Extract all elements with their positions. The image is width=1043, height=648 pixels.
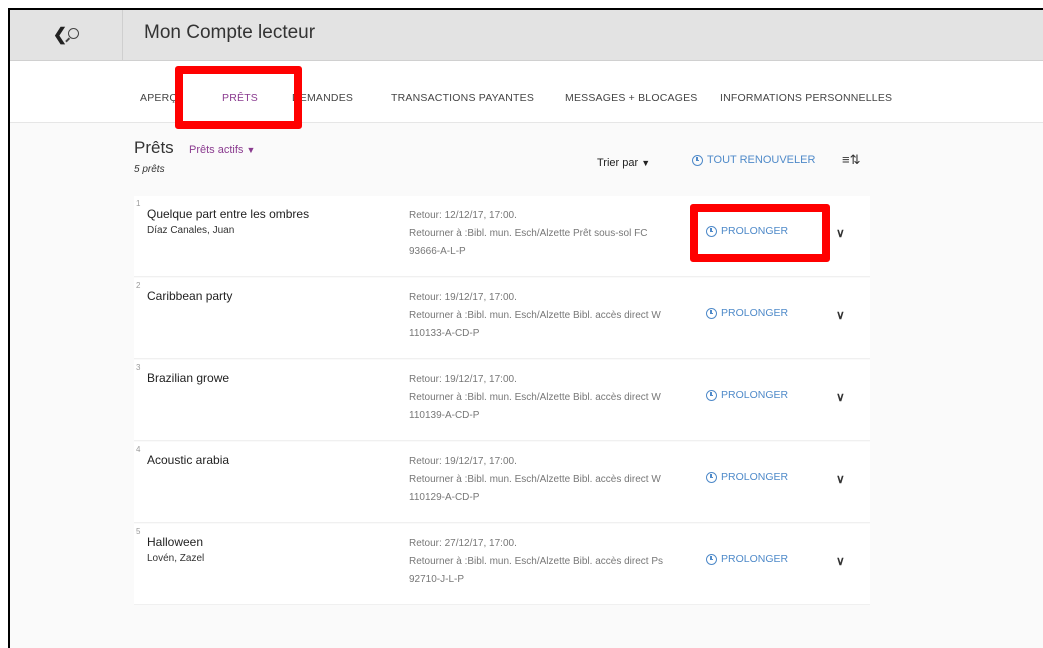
search-icon xyxy=(68,27,80,39)
tab-bar: APERÇU PRÊTS DEMANDES TRANSACTIONS PAYAN… xyxy=(10,86,1043,123)
highlight-box-extend xyxy=(690,204,830,262)
item-info: Retour: 19/12/17, 17:00. Retourner à :Bi… xyxy=(409,371,679,425)
item-info: Retour: 27/12/17, 17:00. Retourner à :Bi… xyxy=(409,535,679,589)
item-info: Retour: 12/12/17, 17:00. Retourner à :Bi… xyxy=(409,207,679,261)
extend-label: PROLONGER xyxy=(721,553,789,565)
clock-renew-icon xyxy=(706,389,717,401)
extend-button[interactable]: PROLONGER xyxy=(706,389,788,401)
list-item: 3 Brazilian growe Retour: 19/12/17, 17:0… xyxy=(134,360,870,441)
back-search-button[interactable]: ❮ xyxy=(10,10,123,60)
item-number: 5 xyxy=(136,527,141,536)
item-return-location: Retourner à :Bibl. mun. Esch/Alzette Prê… xyxy=(409,228,648,257)
chevron-down-icon[interactable]: ∨ xyxy=(836,554,845,568)
extend-button[interactable]: PROLONGER xyxy=(706,471,788,483)
tab-apercu[interactable]: APERÇU xyxy=(140,92,178,104)
extend-label: PROLONGER xyxy=(721,471,789,483)
item-due: Retour: 19/12/17, 17:00. xyxy=(409,456,517,467)
sort-order-icon[interactable]: ≡⇅ xyxy=(842,152,860,168)
item-author: Díaz Canales, Juan xyxy=(147,225,235,236)
item-title[interactable]: Caribbean party xyxy=(147,289,232,303)
list-item: 2 Caribbean party Retour: 19/12/17, 17:0… xyxy=(134,278,870,359)
clock-renew-icon xyxy=(706,307,717,319)
loans-filter-label: Prêts actifs xyxy=(189,144,244,156)
chevron-left-icon: ❮ xyxy=(52,25,68,44)
list-item: 4 Acoustic arabia Retour: 19/12/17, 17:0… xyxy=(134,442,870,523)
loans-heading: Prêts xyxy=(134,138,174,157)
sort-dropdown[interactable]: Trier par ▼ xyxy=(597,157,650,169)
loans-filter-dropdown[interactable]: Prêts actifs ▼ xyxy=(189,144,255,156)
item-return-location: Retourner à :Bibl. mun. Esch/Alzette Bib… xyxy=(409,310,661,339)
tab-messages[interactable]: MESSAGES + BLOCAGES xyxy=(565,92,697,104)
item-return-location: Retourner à :Bibl. mun. Esch/Alzette Bib… xyxy=(409,392,661,421)
clock-renew-icon xyxy=(692,154,703,166)
item-info: Retour: 19/12/17, 17:00. Retourner à :Bi… xyxy=(409,289,679,343)
page-title: Mon Compte lecteur xyxy=(144,22,316,43)
item-author: Lovén, Zazel xyxy=(147,553,205,564)
item-number: 4 xyxy=(136,445,141,454)
item-title[interactable]: Halloween xyxy=(147,535,203,549)
loans-count: 5 prêts xyxy=(134,164,165,175)
item-info: Retour: 19/12/17, 17:00. Retourner à :Bi… xyxy=(409,453,679,507)
item-due: Retour: 27/12/17, 17:00. xyxy=(409,538,517,549)
highlight-box-tab xyxy=(175,66,302,129)
renew-all-label: TOUT RENOUVELER xyxy=(707,154,816,166)
clock-renew-icon xyxy=(706,553,717,565)
tab-transactions[interactable]: TRANSACTIONS PAYANTES xyxy=(391,92,534,104)
tab-informations[interactable]: INFORMATIONS PERSONNELLES xyxy=(720,92,892,104)
chevron-down-icon[interactable]: ∨ xyxy=(836,308,845,322)
item-due: Retour: 12/12/17, 17:00. xyxy=(409,210,517,221)
extend-button[interactable]: PROLONGER xyxy=(706,553,788,565)
item-number: 3 xyxy=(136,363,141,372)
item-number: 1 xyxy=(136,199,141,208)
extend-button[interactable]: PROLONGER xyxy=(706,307,788,319)
extend-label: PROLONGER xyxy=(721,307,789,319)
sort-label: Trier par xyxy=(597,157,639,169)
top-bar: ❮ Mon Compte lecteur xyxy=(10,10,1043,61)
list-item: 5 Halloween Lovén, Zazel Retour: 27/12/1… xyxy=(134,524,870,605)
item-title[interactable]: Brazilian growe xyxy=(147,371,229,385)
item-title[interactable]: Quelque part entre les ombres xyxy=(147,207,309,221)
item-return-location: Retourner à :Bibl. mun. Esch/Alzette Bib… xyxy=(409,474,661,503)
caret-down-icon: ▼ xyxy=(641,158,651,168)
item-due: Retour: 19/12/17, 17:00. xyxy=(409,292,517,303)
item-number: 2 xyxy=(136,281,141,290)
item-due: Retour: 19/12/17, 17:00. xyxy=(409,374,517,385)
item-title[interactable]: Acoustic arabia xyxy=(147,453,229,467)
app-window: ❮ Mon Compte lecteur APERÇU PRÊTS DEMAND… xyxy=(8,8,1043,648)
item-return-location: Retourner à :Bibl. mun. Esch/Alzette Bib… xyxy=(409,556,663,585)
tab-demandes[interactable]: DEMANDES xyxy=(292,92,364,104)
chevron-down-icon[interactable]: ∨ xyxy=(836,390,845,404)
clock-renew-icon xyxy=(706,471,717,483)
extend-label: PROLONGER xyxy=(721,389,789,401)
chevron-down-icon[interactable]: ∨ xyxy=(836,472,845,486)
chevron-down-icon[interactable]: ∨ xyxy=(836,226,845,240)
renew-all-button[interactable]: TOUT RENOUVELER xyxy=(692,154,815,166)
caret-down-icon: ▼ xyxy=(246,145,256,155)
